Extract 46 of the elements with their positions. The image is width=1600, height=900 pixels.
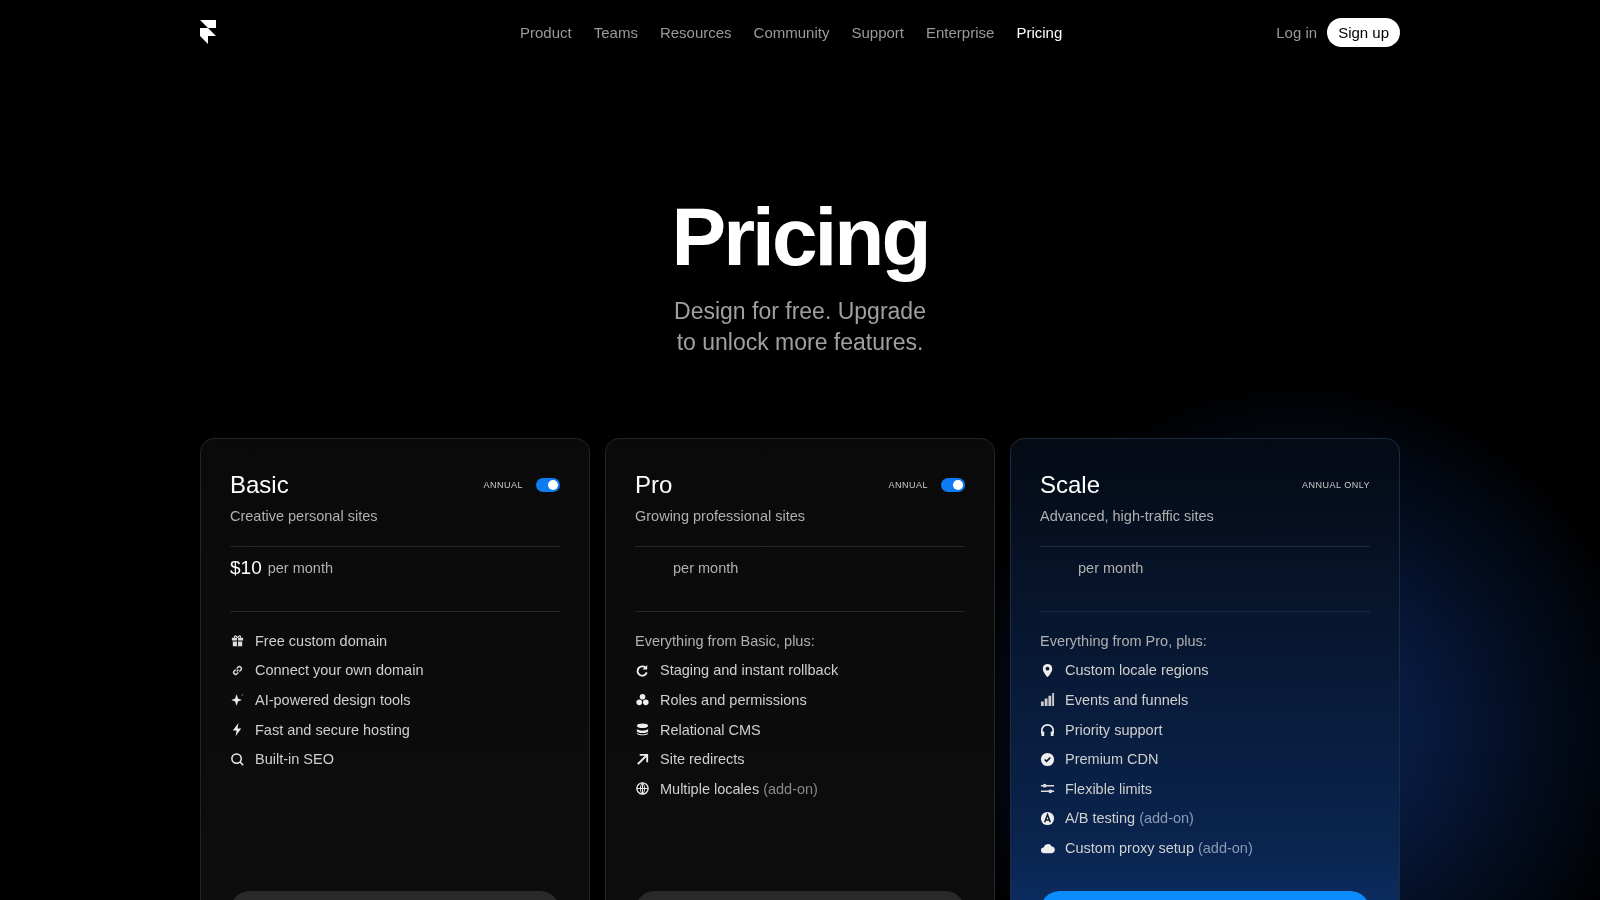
feature-text: Connect your own domain <box>255 662 424 679</box>
feature-text: Built-in SEO <box>255 751 334 768</box>
subtitle-line: Design for free. Upgrade <box>673 297 927 326</box>
nav-link[interactable]: Resources <box>659 23 732 41</box>
plan-tagline: Growing professional sites <box>635 508 807 524</box>
feature-text: Site redirects <box>660 751 745 768</box>
nav-link[interactable]: Pricing <box>1016 23 1063 41</box>
billing-label: ANNUAL ONLY <box>1301 480 1370 490</box>
addon-note: (add-on) <box>1139 810 1194 827</box>
feature-text: Flexible limits <box>1065 780 1152 797</box>
billing-label: ANNUAL <box>888 480 928 490</box>
nav-link[interactable]: Product <box>520 23 572 41</box>
addon-note: (add-on) <box>763 780 818 797</box>
feature-text: Premium CDN <box>1065 751 1159 768</box>
feature-text: Fast and secure hosting <box>255 721 410 738</box>
feature-text: A/B testing <box>1065 810 1136 827</box>
nav-link[interactable]: Community <box>753 23 830 41</box>
nav-link[interactable]: Support <box>851 23 904 41</box>
feature-text: Relational CMS <box>660 721 761 738</box>
feature-text: Staging and instant rollback <box>660 662 839 679</box>
nav-link[interactable]: Teams <box>593 23 638 41</box>
feature-text: Events and funnels <box>1065 692 1189 708</box>
features-intro: Everything from Basic, plus: <box>635 631 816 651</box>
feature-text: AI-powered design tools <box>255 692 411 708</box>
plan-tagline: Advanced, high-traffic sites <box>1040 508 1215 524</box>
plan-name: Scale <box>1040 471 1101 499</box>
addon-note: (add-on) <box>1197 839 1253 856</box>
plan-name: Pro <box>635 471 673 499</box>
price-amount: $10 <box>230 557 262 579</box>
plan-name: Basic <box>230 471 289 499</box>
signup-button[interactable]: Sign up <box>1327 17 1400 47</box>
feature-text: Roles and permissions <box>660 692 807 708</box>
plan-tagline: Creative personal sites <box>230 508 379 524</box>
price-period: per month <box>267 560 333 576</box>
features-intro: Everything from Pro, plus: <box>1040 631 1208 651</box>
feature-text: Priority support <box>1065 721 1163 738</box>
feature-text: Custom proxy setup <box>1065 839 1194 856</box>
nav-link[interactable]: Enterprise <box>926 23 995 41</box>
feature-text: Multiple locales <box>660 780 760 797</box>
price-period: per month <box>673 560 739 576</box>
feature-text: Custom locale regions <box>1065 662 1209 679</box>
billing-label: ANNUAL <box>483 480 523 490</box>
login-link[interactable]: Log in <box>1276 23 1318 41</box>
subtitle-line: to unlock more features. <box>675 328 925 357</box>
feature-text: Free custom domain <box>255 632 388 649</box>
price-period: per month <box>1078 560 1144 576</box>
